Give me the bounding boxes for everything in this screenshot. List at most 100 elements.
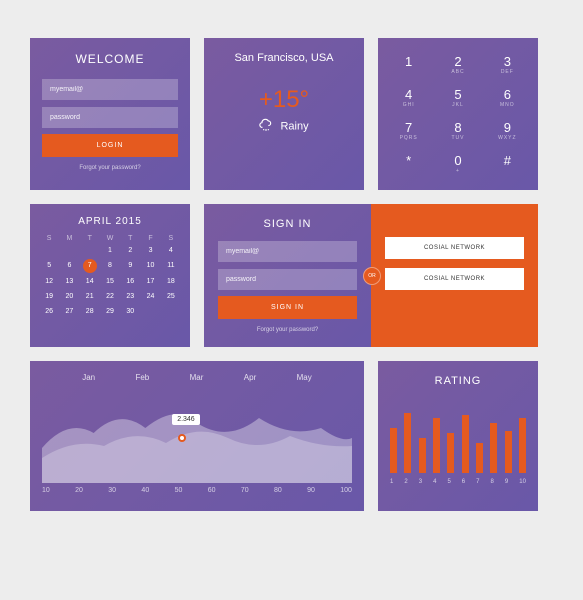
calendar-day[interactable]: 10 — [141, 259, 159, 273]
weather-location: San Francisco, USA — [214, 52, 354, 64]
calendar-day[interactable]: 16 — [121, 275, 139, 288]
calendar-card: APRIL 2015 SMTWTFS1234567891011121314151… — [30, 204, 190, 347]
calendar-day[interactable]: 15 — [101, 275, 119, 288]
keypad-key-1[interactable]: 1 — [384, 48, 433, 81]
calendar-title: APRIL 2015 — [40, 216, 180, 227]
rating-bar — [476, 443, 483, 473]
weather-condition-text: Rainy — [280, 120, 308, 132]
calendar-day[interactable]: 29 — [101, 305, 119, 318]
rating-bar — [462, 415, 469, 473]
email-input[interactable] — [42, 79, 178, 100]
chart-month-label: May — [297, 373, 312, 382]
calendar-day[interactable]: 9 — [121, 259, 139, 273]
chart-month-label: Apr — [244, 373, 256, 382]
rating-bar — [404, 413, 411, 473]
calendar-day[interactable]: 4 — [162, 244, 180, 257]
calendar-day[interactable]: 30 — [121, 305, 139, 318]
signin-password-input[interactable] — [218, 269, 357, 290]
calendar-dow: T — [81, 235, 99, 242]
chart-xtick: 40 — [141, 487, 149, 494]
keypad-key-2[interactable]: 2ABC — [433, 48, 482, 81]
keypad-key-9[interactable]: 9WXYZ — [483, 114, 532, 147]
login-button[interactable]: LOGIN — [42, 134, 178, 157]
signin-card: SIGN IN SIGN IN Forgot your password? OR… — [204, 204, 538, 347]
signin-button[interactable]: SIGN IN — [218, 296, 357, 319]
rating-xtick: 2 — [404, 479, 407, 485]
calendar-day[interactable]: 27 — [60, 305, 78, 318]
calendar-day[interactable]: 28 — [81, 305, 99, 318]
chart-month-label: Jan — [82, 373, 95, 382]
keypad-card: 12ABC3DEF 4GHI5JKL6MNO 7PQRS8TUV9WXYZ *0+# — [378, 38, 538, 190]
keypad-key-0[interactable]: 0+ — [433, 147, 482, 180]
keypad-key-5[interactable]: 5JKL — [433, 81, 482, 114]
or-divider: OR — [363, 267, 381, 285]
keypad-key-*[interactable]: * — [384, 147, 433, 180]
calendar-day[interactable]: 17 — [141, 275, 159, 288]
keypad-key-#[interactable]: # — [483, 147, 532, 180]
keypad-key-6[interactable]: 6MNO — [483, 81, 532, 114]
calendar-day[interactable]: 19 — [40, 290, 58, 303]
chart-xtick: 70 — [241, 487, 249, 494]
signin-title: SIGN IN — [218, 218, 357, 230]
area-chart-card: JanFebMarAprMay 2.346 102030405060708090… — [30, 361, 364, 511]
welcome-title: WELCOME — [42, 52, 178, 66]
calendar-day[interactable]: 11 — [162, 259, 180, 273]
calendar-day[interactable]: 1 — [101, 244, 119, 257]
calendar-day[interactable]: 7 — [83, 259, 97, 273]
chart-month-label: Mar — [190, 373, 204, 382]
signin-email-input[interactable] — [218, 241, 357, 262]
keypad-key-4[interactable]: 4GHI — [384, 81, 433, 114]
keypad-key-8[interactable]: 8TUV — [433, 114, 482, 147]
calendar-dow: S — [162, 235, 180, 242]
chart-xtick: 80 — [274, 487, 282, 494]
rating-bar — [490, 423, 497, 473]
calendar-day[interactable]: 3 — [141, 244, 159, 257]
calendar-day[interactable]: 13 — [60, 275, 78, 288]
calendar-day[interactable]: 26 — [40, 305, 58, 318]
rating-bar — [519, 418, 526, 473]
rating-xtick: 3 — [419, 479, 422, 485]
calendar-day[interactable]: 6 — [60, 259, 78, 273]
weather-temp: +15° — [214, 86, 354, 114]
rain-icon — [259, 118, 273, 135]
chart-month-label: Feb — [135, 373, 149, 382]
chart-xtick: 10 — [42, 487, 50, 494]
rating-bar — [447, 433, 454, 473]
rating-xtick: 10 — [519, 479, 526, 485]
welcome-card: WELCOME LOGIN Forgot your password? — [30, 38, 190, 190]
calendar-day[interactable]: 23 — [121, 290, 139, 303]
signin-forgot-link[interactable]: Forgot your password? — [218, 327, 357, 333]
rating-xtick: 5 — [447, 479, 450, 485]
calendar-day[interactable]: 12 — [40, 275, 58, 288]
rating-xtick: 1 — [390, 479, 393, 485]
social-button-1[interactable]: COSIAL NETWORK — [385, 237, 524, 259]
rating-bar — [419, 438, 426, 473]
calendar-dow: T — [121, 235, 139, 242]
calendar-day[interactable]: 20 — [60, 290, 78, 303]
social-button-2[interactable]: COSIAL NETWORK — [385, 268, 524, 290]
calendar-day[interactable]: 18 — [162, 275, 180, 288]
keypad-key-7[interactable]: 7PQRS — [384, 114, 433, 147]
forgot-password-link[interactable]: Forgot your password? — [42, 165, 178, 171]
calendar-day[interactable]: 5 — [40, 259, 58, 273]
area-chart: 2.346 — [42, 388, 352, 483]
calendar-day[interactable]: 14 — [81, 275, 99, 288]
keypad-key-3[interactable]: 3DEF — [483, 48, 532, 81]
chart-tooltip: 2.346 — [172, 414, 200, 425]
calendar-day[interactable]: 24 — [141, 290, 159, 303]
rating-xtick: 4 — [433, 479, 436, 485]
calendar-dow: F — [141, 235, 159, 242]
rating-bar — [390, 428, 397, 473]
chart-xtick: 20 — [75, 487, 83, 494]
calendar-day[interactable]: 8 — [101, 259, 119, 273]
calendar-day[interactable]: 2 — [121, 244, 139, 257]
chart-xtick: 90 — [307, 487, 315, 494]
calendar-day[interactable]: 21 — [81, 290, 99, 303]
rating-xtick: 7 — [476, 479, 479, 485]
rating-xtick: 8 — [491, 479, 494, 485]
rating-card: RATING 12345678910 — [378, 361, 538, 511]
rating-title: RATING — [390, 375, 526, 387]
calendar-day[interactable]: 22 — [101, 290, 119, 303]
calendar-day[interactable]: 25 — [162, 290, 180, 303]
password-input[interactable] — [42, 107, 178, 128]
